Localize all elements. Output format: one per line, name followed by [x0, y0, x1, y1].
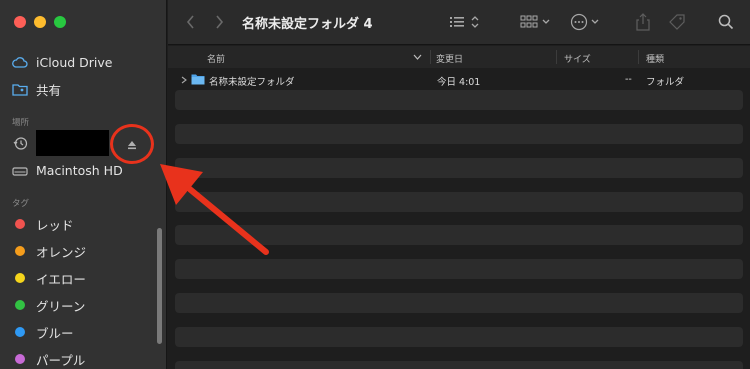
sidebar-item-location-redacted[interactable]	[12, 130, 109, 156]
table-row[interactable]: 名称未設定フォルダ 今日 4:01 -- フォルダ	[175, 70, 743, 90]
sidebar-tag-red[interactable]: レッド	[12, 214, 74, 234]
empty-row	[175, 158, 743, 178]
empty-row	[175, 124, 743, 144]
sidebar-tag-purple[interactable]: パープル	[12, 349, 85, 369]
sidebar-item-label: iCloud Drive	[36, 54, 113, 70]
sidebar-item-label: グリーン	[36, 298, 86, 314]
file-kind: フォルダ	[646, 77, 685, 88]
list-view-icon[interactable]	[450, 13, 482, 31]
tag-color-dot	[15, 273, 25, 283]
sidebar-item-label: イエロー	[36, 271, 86, 287]
window-title: 名称未設定フォルダ 4	[242, 17, 373, 32]
back-icon[interactable]	[186, 13, 196, 31]
forward-icon[interactable]	[214, 13, 224, 31]
file-size: --	[625, 74, 632, 85]
recent-clock-icon	[12, 135, 28, 151]
column-kind[interactable]: 種類	[646, 52, 664, 65]
empty-row	[175, 192, 743, 212]
shared-folder-icon	[12, 81, 28, 97]
tag-color-dot	[15, 300, 25, 310]
sidebar-item-label: ブルー	[36, 325, 74, 341]
sidebar-item-label: レッド	[36, 217, 74, 233]
folder-icon	[191, 74, 205, 85]
annotation-circle	[110, 124, 154, 164]
tag-color-dot	[15, 354, 25, 364]
sidebar-tag-orange[interactable]: オレンジ	[12, 241, 86, 261]
column-header: 名前 変更日 サイズ 種類	[168, 46, 750, 68]
redacted-location-name	[36, 130, 109, 156]
empty-row	[175, 361, 743, 369]
empty-row	[175, 90, 743, 110]
tag-color-dot	[15, 219, 25, 229]
empty-row	[175, 293, 743, 313]
file-modified: 今日 4:01	[437, 77, 481, 88]
toolbar: 名称未設定フォルダ 4	[168, 0, 750, 45]
finder-window: iCloud Drive 共有 場所 Macintosh HD タグ レッド オ…	[0, 0, 750, 369]
drive-icon	[12, 162, 28, 178]
group-view-icon[interactable]	[520, 13, 552, 31]
section-label-locations: 場所	[12, 118, 30, 128]
empty-row	[175, 327, 743, 347]
empty-row	[175, 225, 743, 245]
column-size[interactable]: サイズ	[564, 52, 591, 65]
file-name: 名称未設定フォルダ	[209, 77, 295, 88]
sort-chevron-icon[interactable]	[413, 54, 422, 60]
disclosure-chevron-icon[interactable]	[181, 76, 187, 84]
sidebar-item-macintosh-hd[interactable]: Macintosh HD	[12, 160, 123, 180]
sidebar-item-icloud-drive[interactable]: iCloud Drive	[12, 52, 112, 72]
window-controls	[14, 16, 66, 28]
sidebar-item-label: Macintosh HD	[36, 162, 123, 178]
tag-color-dot	[15, 246, 25, 256]
minimize-button[interactable]	[34, 16, 46, 28]
sidebar-tag-blue[interactable]: ブルー	[12, 322, 74, 342]
search-icon[interactable]	[718, 13, 734, 31]
tag-icon[interactable]	[668, 13, 686, 31]
sidebar-item-label: パープル	[36, 352, 86, 368]
sidebar-item-label: 共有	[36, 82, 62, 98]
zoom-button[interactable]	[54, 16, 66, 28]
sidebar-item-shared[interactable]: 共有	[12, 79, 61, 99]
more-actions-icon[interactable]	[570, 13, 602, 31]
sidebar-scrollbar[interactable]	[157, 228, 162, 344]
section-label-tags: タグ	[12, 199, 30, 209]
column-name[interactable]: 名前	[207, 52, 225, 65]
close-button[interactable]	[14, 16, 26, 28]
sidebar-tag-yellow[interactable]: イエロー	[12, 268, 86, 288]
cloud-icon	[12, 54, 28, 70]
empty-row	[175, 259, 743, 279]
sidebar: iCloud Drive 共有 場所 Macintosh HD タグ レッド オ…	[0, 0, 167, 369]
share-icon[interactable]	[636, 13, 650, 31]
column-modified[interactable]: 変更日	[436, 52, 463, 65]
sidebar-tag-green[interactable]: グリーン	[12, 295, 85, 315]
sidebar-item-label: オレンジ	[36, 244, 87, 260]
tag-color-dot	[15, 327, 25, 337]
